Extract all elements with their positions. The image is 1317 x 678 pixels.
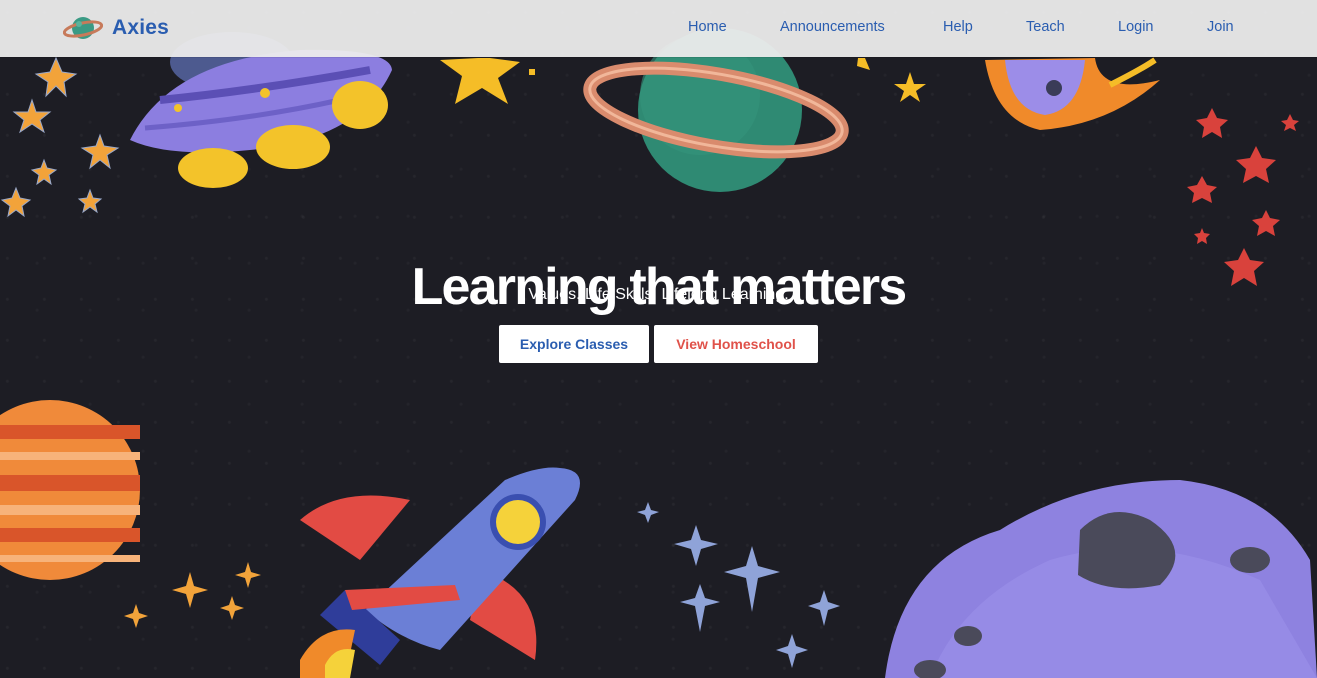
brand-name: Axies (112, 16, 170, 39)
sparkle-cluster-icon (124, 562, 261, 628)
nav-link-login[interactable]: Login (1118, 19, 1153, 35)
nav-link-teach[interactable]: Teach (1026, 19, 1065, 35)
top-navbar: Axies Home Announcements Help Teach Logi… (0, 0, 1317, 57)
brand-link[interactable]: Axies (63, 12, 169, 44)
comet-icon (985, 57, 1160, 130)
explore-classes-button[interactable]: Explore Classes (499, 325, 649, 363)
view-homeschool-button[interactable]: View Homeschool (654, 325, 818, 363)
nav-link-help[interactable]: Help (943, 19, 973, 35)
hero-subtitle: Values. Life Skills. Lifelong Learning. (528, 286, 789, 303)
nav-link-announcements[interactable]: Announcements (780, 19, 885, 35)
planet-logo-icon (63, 17, 103, 39)
nav-link-join[interactable]: Join (1207, 19, 1234, 35)
asteroid-icon (885, 480, 1317, 678)
blue-star-cluster-icon (637, 502, 840, 668)
rocket-icon (300, 467, 580, 678)
star-cluster-icon (0, 56, 120, 218)
hero-section: Learning that matters Values. Life Skill… (0, 0, 1317, 678)
striped-planet-icon (0, 400, 140, 580)
nav-link-home[interactable]: Home (688, 19, 727, 35)
